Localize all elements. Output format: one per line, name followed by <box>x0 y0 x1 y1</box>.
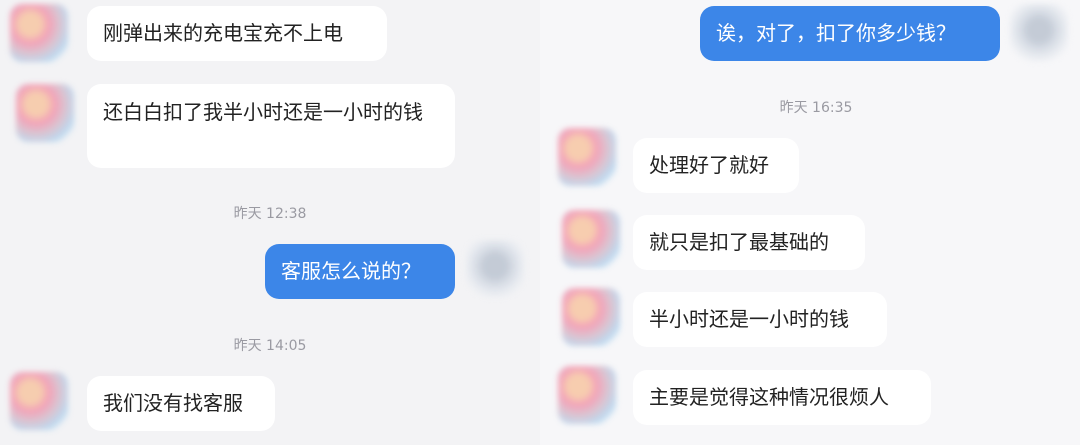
message-bubble-sent[interactable]: 客服怎么说的？ <box>265 244 455 299</box>
contact-avatar[interactable] <box>562 210 620 268</box>
timestamp: 昨天 12:38 <box>233 206 307 222</box>
my-avatar[interactable] <box>466 240 524 298</box>
contact-avatar[interactable] <box>562 288 620 346</box>
message-bubble[interactable]: 处理好了就好 <box>633 138 799 193</box>
message-bubble[interactable]: 刚弹出来的充电宝充不上电 <box>87 6 387 61</box>
contact-avatar[interactable] <box>558 366 616 424</box>
right-chat-panel: 诶，对了，扣了你多少钱？ 昨天 16:35 处理好了就好 就只是扣了最基础的 半… <box>540 0 1080 445</box>
contact-avatar[interactable] <box>10 372 68 430</box>
contact-avatar[interactable] <box>16 84 74 142</box>
timestamp: 昨天 16:35 <box>779 100 853 116</box>
message-bubble[interactable]: 就只是扣了最基础的 <box>633 215 865 270</box>
timestamp: 昨天 14:05 <box>233 338 307 354</box>
contact-avatar[interactable] <box>558 128 616 186</box>
message-bubble-sent[interactable]: 诶，对了，扣了你多少钱？ <box>700 6 1000 61</box>
message-bubble[interactable]: 半小时还是一小时的钱 <box>633 292 887 347</box>
left-chat-panel: 刚弹出来的充电宝充不上电 还白白扣了我半小时还是一小时的钱 昨天 12:38 客… <box>0 0 540 445</box>
message-bubble[interactable]: 还白白扣了我半小时还是一小时的钱 <box>87 84 455 168</box>
contact-avatar[interactable] <box>10 4 68 62</box>
my-avatar[interactable] <box>1010 4 1068 62</box>
message-bubble[interactable]: 主要是觉得这种情况很烦人 <box>633 370 931 425</box>
message-bubble[interactable]: 我们没有找客服 <box>87 376 275 431</box>
